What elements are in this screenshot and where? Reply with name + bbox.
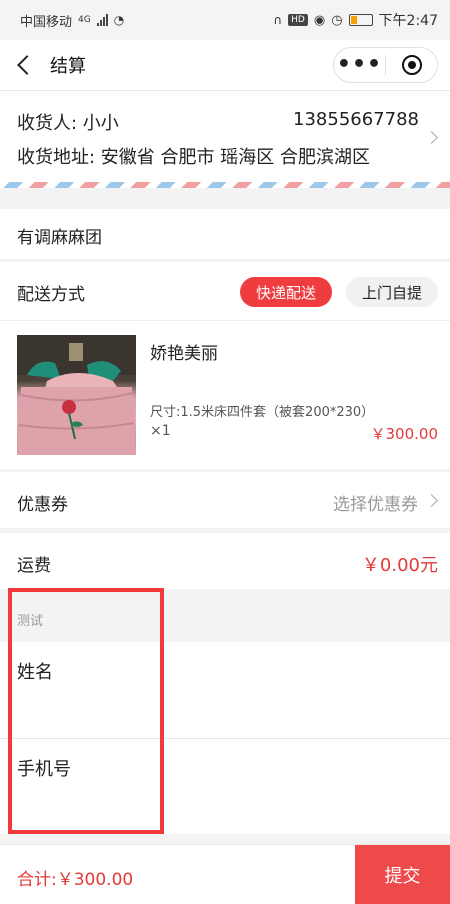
chevron-right-icon — [425, 494, 438, 507]
coupon-row[interactable]: 优惠券 选择优惠券 — [0, 472, 450, 528]
wifi-icon: ◔ — [113, 13, 125, 27]
product-item: 娇艳美丽 尺寸:1.5米床四件套（被套200*230） ×1 ￥300.00 — [0, 320, 450, 469]
express-delivery-button[interactable]: 快递配送 — [240, 277, 332, 307]
delivery-method-label: 配送方式 — [17, 285, 85, 305]
checkout-page: 中国移动 4G ◔ ∩ HD ◉ ◷ 下午2:47 结算 ••• 收货人: 小小… — [0, 0, 450, 904]
status-bar: 中国移动 4G ◔ ∩ HD ◉ ◷ 下午2:47 — [0, 0, 450, 40]
page-title: 结算 — [50, 56, 86, 77]
navigation-bar: 结算 ••• — [0, 40, 450, 91]
target-icon — [401, 55, 422, 75]
submit-order-button[interactable]: 提交 — [355, 845, 450, 904]
product-image — [17, 335, 136, 455]
shop-row: 有调麻麻团 — [0, 209, 450, 259]
status-time: 下午2:47 — [378, 13, 438, 29]
back-arrow-icon[interactable] — [17, 55, 37, 75]
battery-icon — [348, 14, 373, 26]
status-right: ∩ HD ◉ ◷ 下午2:47 — [273, 10, 450, 30]
more-menu-button[interactable]: ••• — [334, 54, 385, 76]
product-name: 娇艳美丽 — [150, 344, 218, 364]
signal-icon — [96, 14, 108, 26]
shipping-fee-value: ￥0.00元 — [361, 555, 438, 576]
product-quantity: ×1 — [150, 423, 171, 439]
shipping-fee-row: 运费 ￥0.00元 — [0, 533, 450, 589]
shipping-address-card[interactable]: 收货人: 小小 13855667788 收货地址: 安徽省 合肥市 瑶海区 合肥… — [0, 91, 450, 182]
headphones-icon: ∩ — [273, 13, 283, 27]
receiver-name: 收货人: 小小 — [17, 113, 119, 134]
select-coupon-link[interactable]: 选择优惠券 — [333, 490, 418, 515]
shipping-fee-label: 运费 — [17, 556, 51, 576]
order-total: 合计:￥300.00 — [17, 870, 134, 890]
receiver-phone: 13855667788 — [293, 109, 419, 130]
self-pickup-button[interactable]: 上门自提 — [346, 277, 438, 307]
mini-program-capsule: ••• — [333, 47, 438, 83]
product-price: ￥300.00 — [370, 425, 439, 443]
hd-icon: HD — [288, 14, 308, 26]
alarm-icon: ◷ — [331, 12, 343, 28]
shop-name: 有调麻麻团 — [17, 228, 102, 248]
checkout-bottom-bar: 合计:￥300.00 提交 — [0, 844, 450, 904]
eye-icon: ◉ — [313, 12, 326, 28]
carrier-name: 中国移动 — [20, 14, 73, 30]
close-mini-program-button[interactable] — [386, 55, 437, 75]
airmail-stripe-divider — [0, 182, 450, 188]
receiver-address: 收货地址: 安徽省 合肥市 瑶海区 合肥滨湖区 — [17, 147, 370, 168]
delivery-method-row: 配送方式 快递配送 上门自提 — [0, 262, 450, 320]
chevron-right-icon — [425, 131, 438, 144]
coupon-label: 优惠券 — [17, 495, 68, 515]
network-type: 4G — [78, 15, 91, 25]
product-spec: 尺寸:1.5米床四件套（被套200*230） — [150, 405, 375, 420]
status-left: 中国移动 4G ◔ — [0, 11, 124, 30]
annotation-highlight-box — [8, 588, 164, 834]
bedding-picture — [17, 335, 136, 455]
